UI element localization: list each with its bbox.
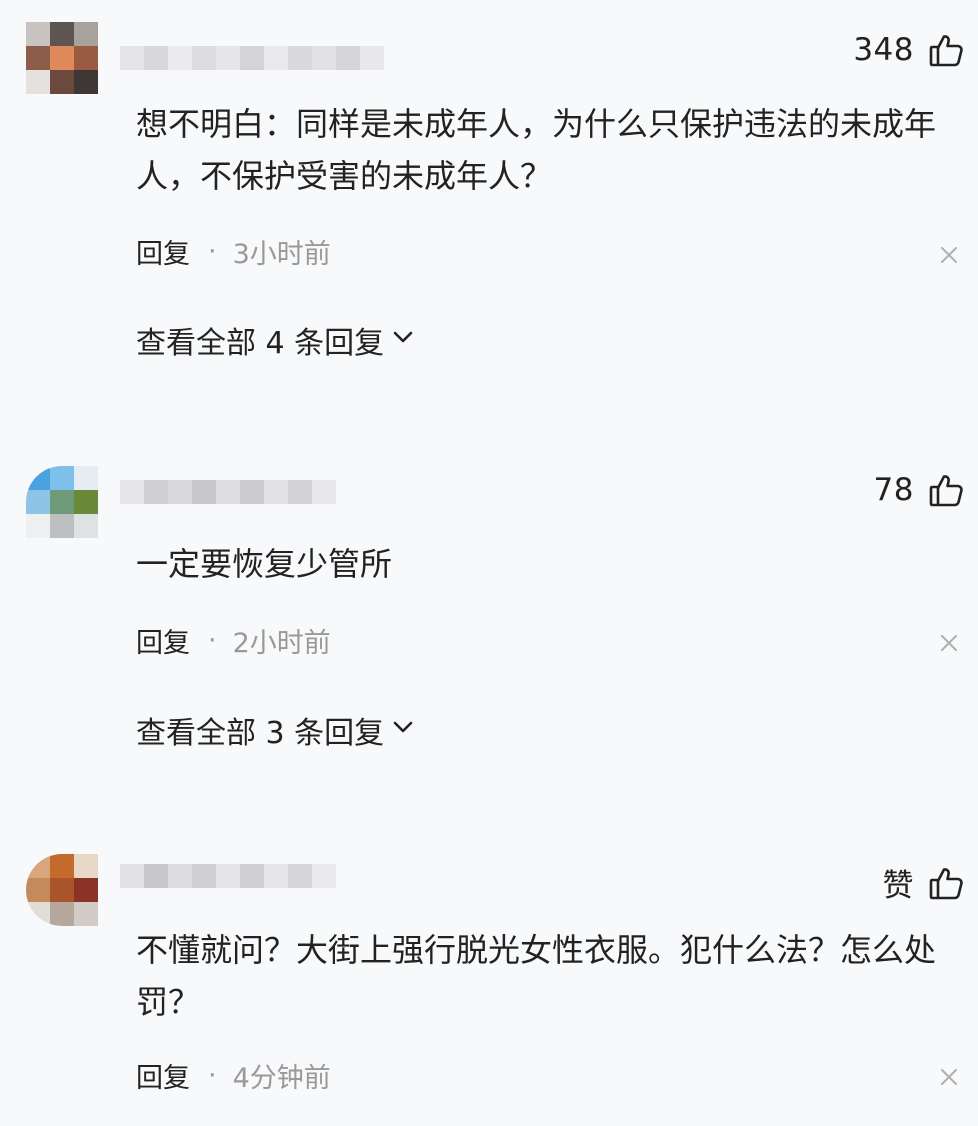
comment-time: 4分钟前 bbox=[232, 1063, 331, 1094]
comment-meta: 回复 · 4分钟前 bbox=[136, 1056, 331, 1095]
comment-text: 不懂就问？大街上强行脱光女性衣服。犯什么法？怎么处罚？ bbox=[136, 931, 937, 1021]
view-all-replies-button[interactable]: 查看全部 4 条回复 bbox=[136, 318, 416, 362]
close-icon[interactable] bbox=[938, 632, 960, 654]
comment-text: 一定要恢复少管所 bbox=[136, 545, 393, 583]
avatar[interactable] bbox=[26, 854, 98, 926]
separator-dot: · bbox=[208, 236, 217, 267]
thumbs-up-icon[interactable] bbox=[928, 865, 964, 901]
chevron-down-icon bbox=[390, 713, 416, 748]
reply-button[interactable]: 回复 bbox=[136, 621, 190, 660]
like-count: 赞 bbox=[882, 868, 914, 904]
like-button[interactable]: 78 bbox=[874, 472, 964, 508]
username-blurred[interactable] bbox=[120, 864, 336, 888]
like-count: 78 bbox=[873, 472, 914, 508]
username-blurred[interactable] bbox=[120, 480, 336, 504]
separator-dot: · bbox=[208, 1060, 217, 1091]
chevron-down-icon bbox=[390, 323, 416, 358]
view-replies-label: 查看全部 3 条回复 bbox=[136, 716, 385, 751]
close-icon[interactable] bbox=[938, 244, 960, 266]
comment-text: 想不明白：同样是未成年人，为什么只保护违法的未成年人，不保护受害的未成年人？ bbox=[136, 105, 937, 195]
thumbs-up-icon[interactable] bbox=[928, 32, 964, 68]
like-button[interactable]: 348 bbox=[853, 32, 964, 68]
comment-meta: 回复 · 2小时前 bbox=[136, 621, 331, 660]
thumbs-up-icon[interactable] bbox=[928, 472, 964, 508]
separator-dot: · bbox=[208, 625, 217, 656]
view-replies-label: 查看全部 4 条回复 bbox=[136, 326, 385, 361]
reply-button[interactable]: 回复 bbox=[136, 232, 190, 271]
comment-time: 3小时前 bbox=[232, 239, 331, 270]
reply-button[interactable]: 回复 bbox=[136, 1056, 190, 1095]
comment-meta: 回复 · 3小时前 bbox=[136, 232, 331, 271]
comment-time: 2小时前 bbox=[232, 628, 331, 659]
avatar[interactable] bbox=[26, 22, 98, 94]
like-button[interactable]: 赞 bbox=[883, 860, 965, 905]
view-all-replies-button[interactable]: 查看全部 3 条回复 bbox=[136, 708, 416, 752]
username-blurred[interactable] bbox=[120, 46, 384, 70]
close-icon[interactable] bbox=[938, 1066, 960, 1088]
avatar[interactable] bbox=[26, 466, 98, 538]
like-count: 348 bbox=[853, 32, 914, 68]
